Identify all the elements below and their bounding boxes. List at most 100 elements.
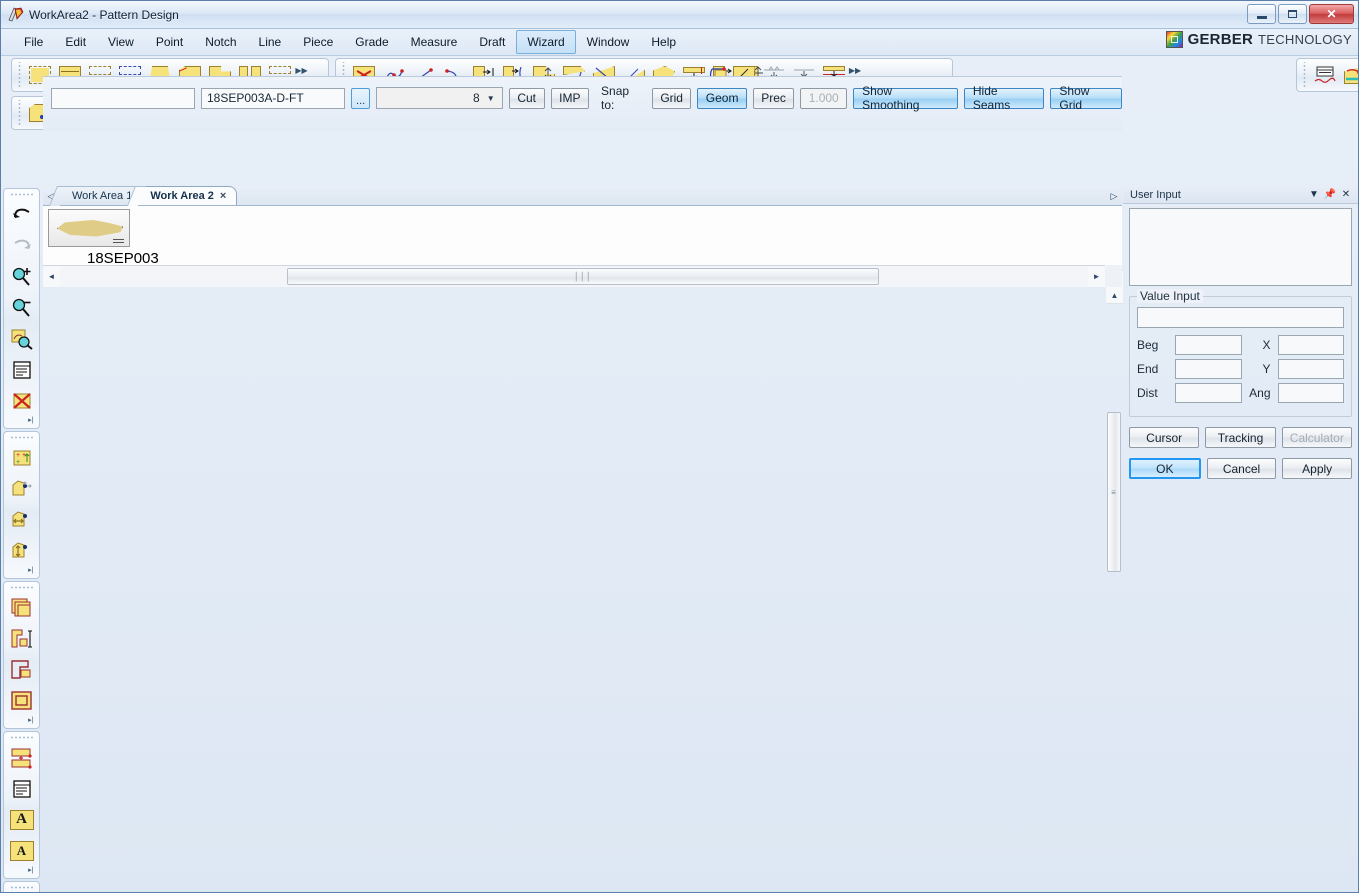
menu-item-point[interactable]: Point <box>145 30 194 54</box>
browse-button[interactable]: ... <box>351 87 371 109</box>
input-ang[interactable] <box>1277 383 1344 403</box>
zoom-out-icon[interactable] <box>6 292 38 323</box>
split-piece-icon[interactable] <box>6 742 38 773</box>
toolbar-grip[interactable] <box>16 100 23 126</box>
status-empty-field[interactable] <box>51 87 195 109</box>
value-input-group: Value Input Beg X End Y Dist Ang <box>1129 289 1352 417</box>
seam-frame-icon[interactable] <box>6 685 38 716</box>
move-piece-icon[interactable] <box>6 473 38 504</box>
menu-item-piece[interactable]: Piece <box>292 30 344 54</box>
tab-close-icon[interactable]: × <box>220 190 226 202</box>
rail-group-annotate: A A ▸| <box>3 731 40 879</box>
input-end[interactable] <box>1175 359 1242 379</box>
menu-item-grade[interactable]: Grade <box>344 30 399 54</box>
maximize-button[interactable] <box>1278 4 1307 24</box>
menu-item-draft[interactable]: Draft <box>468 30 516 54</box>
canvas-horizontal-scrollbar[interactable]: ◄ │││ ► <box>43 265 1105 287</box>
piece-name-field[interactable]: 18SEP003A-D-FT <box>201 87 345 109</box>
hide-seams-button[interactable]: Hide Seams <box>963 84 1045 112</box>
rail-expand-button[interactable]: ▸| <box>7 716 37 727</box>
rail-grip[interactable] <box>8 884 35 891</box>
snap-grid-button[interactable]: Grid <box>651 87 692 109</box>
apply-button[interactable]: Apply <box>1282 458 1353 479</box>
menu-item-help[interactable]: Help <box>640 30 687 54</box>
rail-group-seam: ▸| <box>3 581 40 729</box>
close-icon[interactable]: ✕ <box>1338 189 1354 200</box>
toolbar-grip[interactable] <box>1301 62 1308 88</box>
scroll-up-icon[interactable]: ▲ <box>1106 287 1123 304</box>
rail-grip[interactable] <box>8 734 35 741</box>
show-smoothing-button[interactable]: Show Smoothing <box>853 84 958 112</box>
seam-measure-icon[interactable] <box>6 623 38 654</box>
tab-work-area-2[interactable]: Work Area 2 × <box>137 186 238 205</box>
thumbnail-resize-handle[interactable] <box>113 239 124 243</box>
menu-item-window[interactable]: Window <box>576 30 641 54</box>
imp-button[interactable]: IMP <box>550 87 590 109</box>
input-beg[interactable] <box>1175 335 1242 355</box>
minimize-button[interactable] <box>1247 4 1276 24</box>
vertical-scroll-thumb[interactable]: ≡ <box>1107 412 1121 572</box>
size-selector[interactable]: 8 ▼ <box>376 87 503 109</box>
value-input-field[interactable] <box>1137 307 1344 328</box>
tracking-button[interactable]: Tracking <box>1205 427 1276 448</box>
next-tab-icon[interactable]: ▷ <box>1106 187 1122 205</box>
text-small-icon[interactable]: A <box>6 835 38 866</box>
menu-item-file[interactable]: File <box>13 30 54 54</box>
input-dist[interactable] <box>1175 383 1242 403</box>
chevron-down-icon[interactable]: ▼ <box>1306 189 1322 200</box>
seam-stack-icon[interactable] <box>6 592 38 623</box>
pin-icon[interactable]: 📌 <box>1322 189 1338 200</box>
title-bar: WorkArea2 - Pattern Design ✕ <box>1 1 1358 29</box>
horizontal-scroll-thumb[interactable]: │││ <box>287 268 879 285</box>
piece-list-icon[interactable] <box>6 354 38 385</box>
stretch-horizontal-icon[interactable] <box>6 504 38 535</box>
menu-item-line[interactable]: Line <box>248 30 293 54</box>
table-rules-icon[interactable] <box>1311 61 1339 89</box>
field-row-dist-ang: Dist Ang <box>1137 383 1344 403</box>
status-bar-controls: 18SEP003A-D-FT ... 8 ▼ Cut IMP Snap to: … <box>51 84 1122 112</box>
ok-button[interactable]: OK <box>1129 458 1201 479</box>
rail-grip[interactable] <box>8 434 35 441</box>
snap-geom-button[interactable]: Geom <box>697 87 747 109</box>
rail-grip[interactable] <box>8 584 35 591</box>
close-icon: ✕ <box>1326 7 1337 21</box>
message-display-box[interactable] <box>1129 208 1352 286</box>
seam-corner-icon[interactable] <box>6 654 38 685</box>
menu-item-view[interactable]: View <box>97 30 145 54</box>
scroll-left-icon[interactable]: ◄ <box>43 266 60 287</box>
rail-expand-button[interactable]: ▸| <box>7 566 37 577</box>
status-bar: 18SEP003A-D-FT ... 8 ▼ Cut IMP Snap to: … <box>43 76 1122 131</box>
piece-info-icon[interactable] <box>6 773 38 804</box>
menu-item-measure[interactable]: Measure <box>400 30 469 54</box>
menu-item-edit[interactable]: Edit <box>54 30 97 54</box>
zoom-in-icon[interactable] <box>6 261 38 292</box>
menu-item-wizard[interactable]: Wizard <box>516 30 576 54</box>
stretch-vertical-icon[interactable] <box>6 535 38 566</box>
scroll-right-icon[interactable]: ► <box>1088 266 1105 287</box>
piece-thumbnail[interactable] <box>48 209 130 247</box>
redo-icon[interactable] <box>6 230 38 261</box>
menu-item-notch[interactable]: Notch <box>194 30 247 54</box>
tab-label: Work Area 1 <box>72 190 133 202</box>
cursor-button[interactable]: Cursor <box>1129 427 1200 448</box>
input-x[interactable] <box>1277 335 1344 355</box>
cancel-button[interactable]: Cancel <box>1206 458 1277 479</box>
show-grid-button[interactable]: Show Grid <box>1050 84 1122 112</box>
undo-icon[interactable] <box>6 199 38 230</box>
grade-arrow-icon[interactable] <box>1341 61 1358 89</box>
delete-piece-icon[interactable] <box>6 385 38 416</box>
toolbar-grip[interactable] <box>16 62 23 88</box>
chevron-down-icon[interactable]: ▼ <box>484 94 498 103</box>
rail-expand-button[interactable]: ▸| <box>7 416 37 427</box>
zoom-selection-icon[interactable] <box>6 323 38 354</box>
rail-expand-button[interactable]: ▸| <box>7 866 37 877</box>
input-y[interactable] <box>1277 359 1344 379</box>
close-button[interactable]: ✕ <box>1309 4 1354 24</box>
toolbar-area: ▶▶▾ <box>1 56 1358 892</box>
cut-button[interactable]: Cut <box>508 87 545 109</box>
grade-points-icon[interactable]: + + + <box>6 442 38 473</box>
text-large-icon[interactable]: A <box>6 804 38 835</box>
rail-grip[interactable] <box>8 191 35 198</box>
snap-prec-button[interactable]: Prec <box>752 87 795 109</box>
user-input-body: Value Input Beg X End Y Dist Ang Cursor … <box>1129 208 1353 479</box>
